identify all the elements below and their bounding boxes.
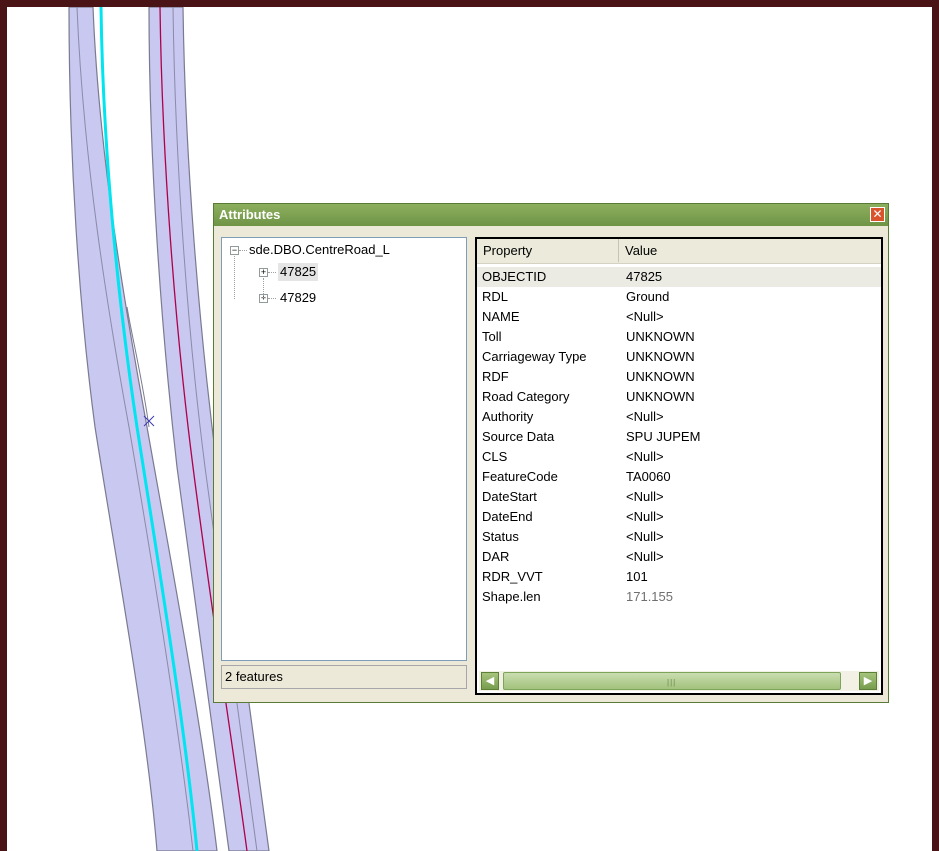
arrow-left-icon: ◀ xyxy=(485,675,495,687)
tree-item-label: 47829 xyxy=(280,290,317,305)
grid-row[interactable]: Source Data SPU JUPEM xyxy=(477,427,881,447)
grip-icon: ||| xyxy=(667,678,677,687)
grid-row[interactable]: OBJECTID 47825 xyxy=(477,267,881,287)
status-bar: 2 features xyxy=(221,665,467,689)
grid-row[interactable]: Authority <Null> xyxy=(477,407,881,427)
grid-row[interactable]: RDR_VVT 101 xyxy=(477,567,881,587)
close-icon: ✕ xyxy=(872,207,883,221)
grid-row[interactable]: DateEnd <Null> xyxy=(477,507,881,527)
expand-icon[interactable]: + xyxy=(259,268,268,277)
grid-row[interactable]: RDL Ground xyxy=(477,287,881,307)
arrow-right-icon: ▶ xyxy=(863,675,873,687)
scroll-thumb[interactable]: ||| xyxy=(503,672,841,690)
feature-count: 2 features xyxy=(225,669,283,684)
grid-row[interactable]: Toll UNKNOWN xyxy=(477,327,881,347)
grid-row[interactable]: DAR <Null> xyxy=(477,547,881,567)
grid-row[interactable]: Road Category UNKNOWN xyxy=(477,387,881,407)
tree-root[interactable]: − sde.DBO.CentreRoad_L xyxy=(222,241,462,259)
grid-row[interactable]: RDF UNKNOWN xyxy=(477,367,881,387)
grid-row[interactable]: Shape.len 171.155 xyxy=(477,587,881,607)
property-grid[interactable]: Property Value OBJECTID 47825 RDL Ground… xyxy=(475,237,883,695)
column-header-value[interactable]: Value xyxy=(619,239,759,262)
scroll-left-button[interactable]: ◀ xyxy=(481,672,499,690)
tree-item-47825[interactable]: + 47825 xyxy=(222,263,462,281)
horizontal-scrollbar[interactable]: ◀ ||| ▶ xyxy=(479,671,879,691)
grid-row[interactable]: FeatureCode TA0060 xyxy=(477,467,881,487)
grid-row[interactable]: CLS <Null> xyxy=(477,447,881,467)
tree-item-47829[interactable]: + 47829 xyxy=(222,289,462,307)
feature-tree[interactable]: − sde.DBO.CentreRoad_L + 47825 + 47829 xyxy=(221,237,467,661)
tree-root-label: sde.DBO.CentreRoad_L xyxy=(249,242,390,257)
window-title: Attributes xyxy=(219,207,281,222)
attributes-window: Attributes ✕ − sde.DBO.CentreRoad_L + 47… xyxy=(213,203,889,703)
grid-row[interactable]: DateStart <Null> xyxy=(477,487,881,507)
grid-header: Property Value xyxy=(477,239,881,264)
window-titlebar[interactable]: Attributes ✕ xyxy=(214,204,888,226)
grid-row[interactable]: Carriageway Type UNKNOWN xyxy=(477,347,881,367)
grid-row[interactable]: NAME <Null> xyxy=(477,307,881,327)
grid-row[interactable]: Status <Null> xyxy=(477,527,881,547)
scroll-right-button[interactable]: ▶ xyxy=(859,672,877,690)
close-button[interactable]: ✕ xyxy=(870,207,885,222)
column-header-property[interactable]: Property xyxy=(477,239,619,262)
tree-item-label: 47825 xyxy=(278,263,319,281)
collapse-icon[interactable]: − xyxy=(230,246,239,255)
